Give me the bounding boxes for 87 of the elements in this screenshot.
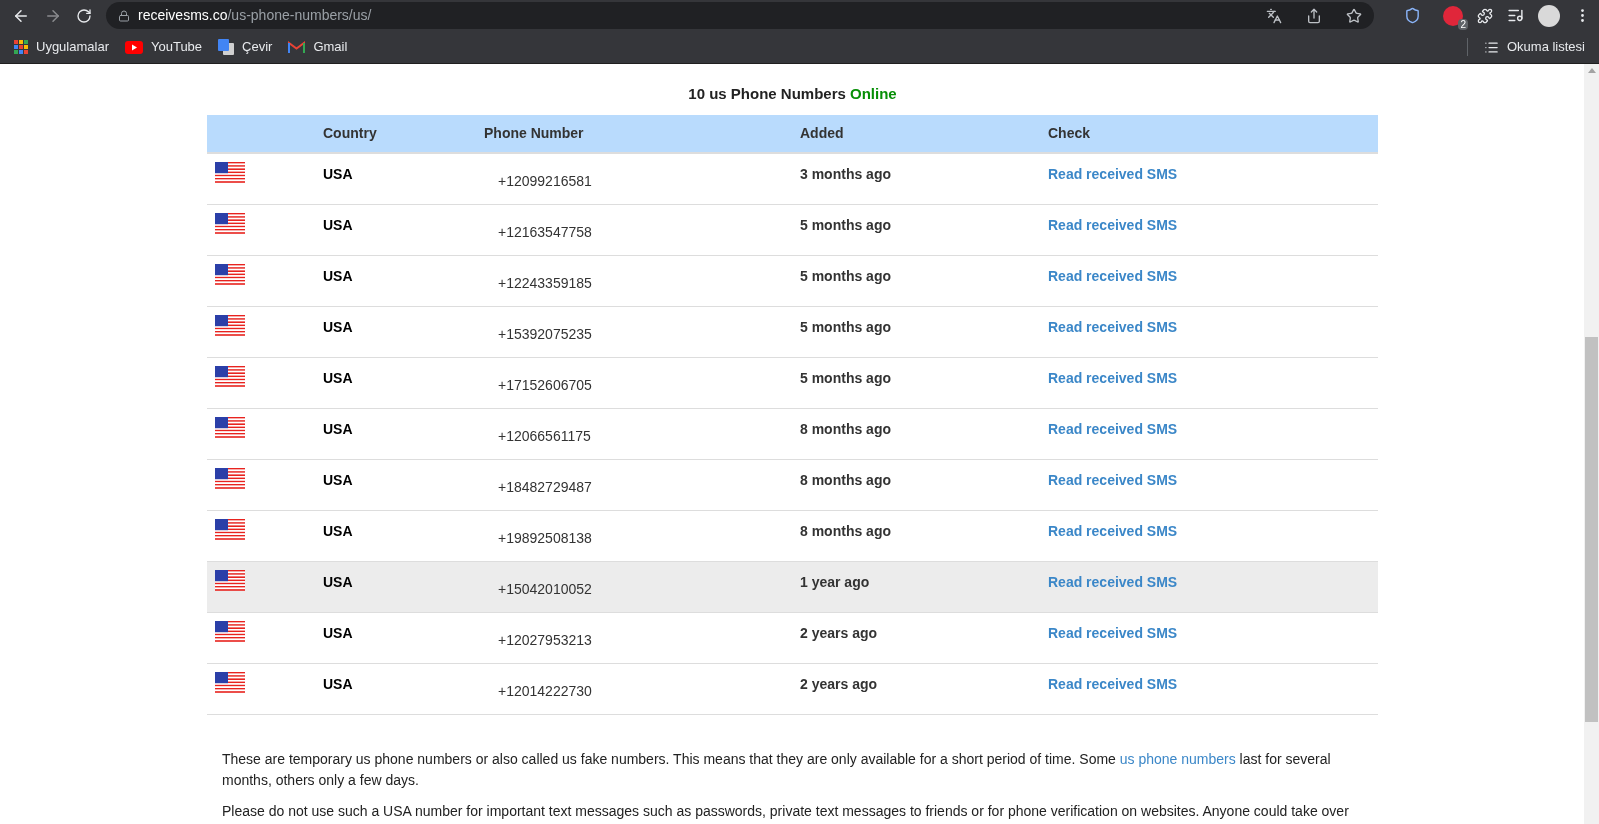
share-icon[interactable] <box>1306 7 1322 24</box>
bookmark-link[interactable]: Uygulamalar <box>14 37 109 57</box>
playlist-icon[interactable] <box>1507 7 1524 24</box>
country-cell: USA <box>323 523 353 539</box>
flag-icon <box>215 264 245 285</box>
read-sms-link[interactable]: Read received SMS <box>1048 217 1178 233</box>
flag-icon <box>215 468 245 489</box>
adblock-extension-icon[interactable] <box>1443 5 1463 26</box>
star-icon[interactable] <box>1346 7 1362 24</box>
flag-icon <box>215 672 245 693</box>
read-sms-link[interactable]: Read received SMS <box>1048 268 1178 284</box>
address-bar[interactable]: receivesms.co/us-phone-numbers/us/ <box>106 2 1374 29</box>
column-header: Added <box>800 125 844 141</box>
scrollbar[interactable] <box>1584 64 1599 824</box>
phone-number-cell: +12027953213 <box>498 632 592 648</box>
bookmark-link[interactable]: YouTube <box>125 37 203 57</box>
read-sms-link[interactable]: Read received SMS <box>1048 676 1178 692</box>
country-cell: USA <box>323 268 353 284</box>
flag-icon <box>215 366 245 387</box>
mail-logo-icon <box>288 40 306 54</box>
flag-icon <box>215 315 245 336</box>
added-time-cell: 5 months ago <box>800 268 891 284</box>
extension-badge: 2 <box>1458 18 1468 30</box>
url-text: receivesms.co/us-phone-numbers/us/ <box>138 6 372 25</box>
table-heading: 10 us Phone Numbers Online <box>687 84 898 104</box>
play-logo-icon <box>125 40 143 54</box>
added-time-cell: 3 months ago <box>800 166 891 182</box>
phone-number-cell: +18482729487 <box>498 479 592 495</box>
country-cell: USA <box>323 421 353 437</box>
list-icon <box>1483 39 1499 55</box>
country-cell: USA <box>323 217 353 233</box>
shield-icon[interactable] <box>1404 7 1421 24</box>
puzzle-icon[interactable] <box>1477 7 1493 24</box>
phone-number-cell: +17152606705 <box>498 377 592 393</box>
phone-number-cell: +15042010052 <box>498 581 592 597</box>
phone-number-cell: +12014222730 <box>498 683 592 699</box>
added-time-cell: 2 years ago <box>800 625 878 641</box>
phone-number-cell: +12163547758 <box>498 224 592 240</box>
read-sms-link[interactable]: Read received SMS <box>1048 472 1178 488</box>
country-cell: USA <box>323 370 353 386</box>
added-time-cell: 8 months ago <box>800 472 891 488</box>
added-time-cell: 8 months ago <box>800 421 891 437</box>
country-cell: USA <box>323 574 353 590</box>
flag-icon <box>215 570 245 591</box>
profile-avatar[interactable] <box>1538 4 1560 27</box>
column-header: Check <box>1048 125 1091 141</box>
column-header: Phone Number <box>484 125 584 141</box>
flag-icon <box>215 213 245 234</box>
phone-number-cell: +12243359185 <box>498 275 592 291</box>
added-time-cell: 5 months ago <box>800 370 891 386</box>
description-paragraph: Please do not use such a USA number for important text messages such as passwords, private text messages to friends or for phone verification on websites. Anyone could take over <box>222 802 1350 821</box>
reading-list-button[interactable]: Okuma listesi <box>1483 37 1585 57</box>
added-time-cell: 5 months ago <box>800 217 891 233</box>
flag-icon <box>215 417 245 438</box>
read-sms-link[interactable]: Read received SMS <box>1048 523 1178 539</box>
flag-icon <box>215 621 245 642</box>
added-time-cell: 5 months ago <box>800 319 891 335</box>
flag-icon <box>215 519 245 540</box>
read-sms-link[interactable]: Read received SMS <box>1048 166 1178 182</box>
reload-icon[interactable] <box>76 7 92 24</box>
phone-number-cell: +15392075235 <box>498 326 592 342</box>
lock-icon <box>118 9 130 22</box>
flag-icon <box>215 162 245 183</box>
country-cell: USA <box>323 319 353 335</box>
country-cell: USA <box>323 472 353 488</box>
added-time-cell: 8 months ago <box>800 523 891 539</box>
read-sms-link[interactable]: Read received SMS <box>1048 319 1178 335</box>
bookmark-link[interactable]: Çevir <box>218 37 273 57</box>
country-cell: USA <box>323 625 353 641</box>
added-time-cell: 1 year ago <box>800 574 870 590</box>
bookmark-link[interactable]: Gmail <box>288 37 348 57</box>
read-sms-link[interactable]: Read received SMS <box>1048 625 1178 641</box>
phone-number-cell: +19892508138 <box>498 530 592 546</box>
country-cell: USA <box>323 166 353 182</box>
column-header: Country <box>323 125 377 141</box>
description-paragraph: These are temporary us phone numbers or also called us fake numbers. This means that they are only available for a short period of time. Some us phone numbers last for several months, others only a few days. <box>222 750 1332 790</box>
read-sms-link[interactable]: Read received SMS <box>1048 574 1178 590</box>
country-cell: USA <box>323 676 353 692</box>
phone-number-cell: +12099216581 <box>498 173 592 189</box>
apps-grid-icon <box>14 40 28 54</box>
read-sms-link[interactable]: Read received SMS <box>1048 421 1178 437</box>
added-time-cell: 2 years ago <box>800 676 878 692</box>
phone-number-cell: +12066561175 <box>498 428 591 444</box>
translate-icon[interactable] <box>1266 7 1282 24</box>
read-sms-link[interactable]: Read received SMS <box>1048 370 1178 386</box>
translate-logo-icon <box>218 39 235 55</box>
phone-numbers-link[interactable]: us phone numbers <box>1119 751 1236 767</box>
